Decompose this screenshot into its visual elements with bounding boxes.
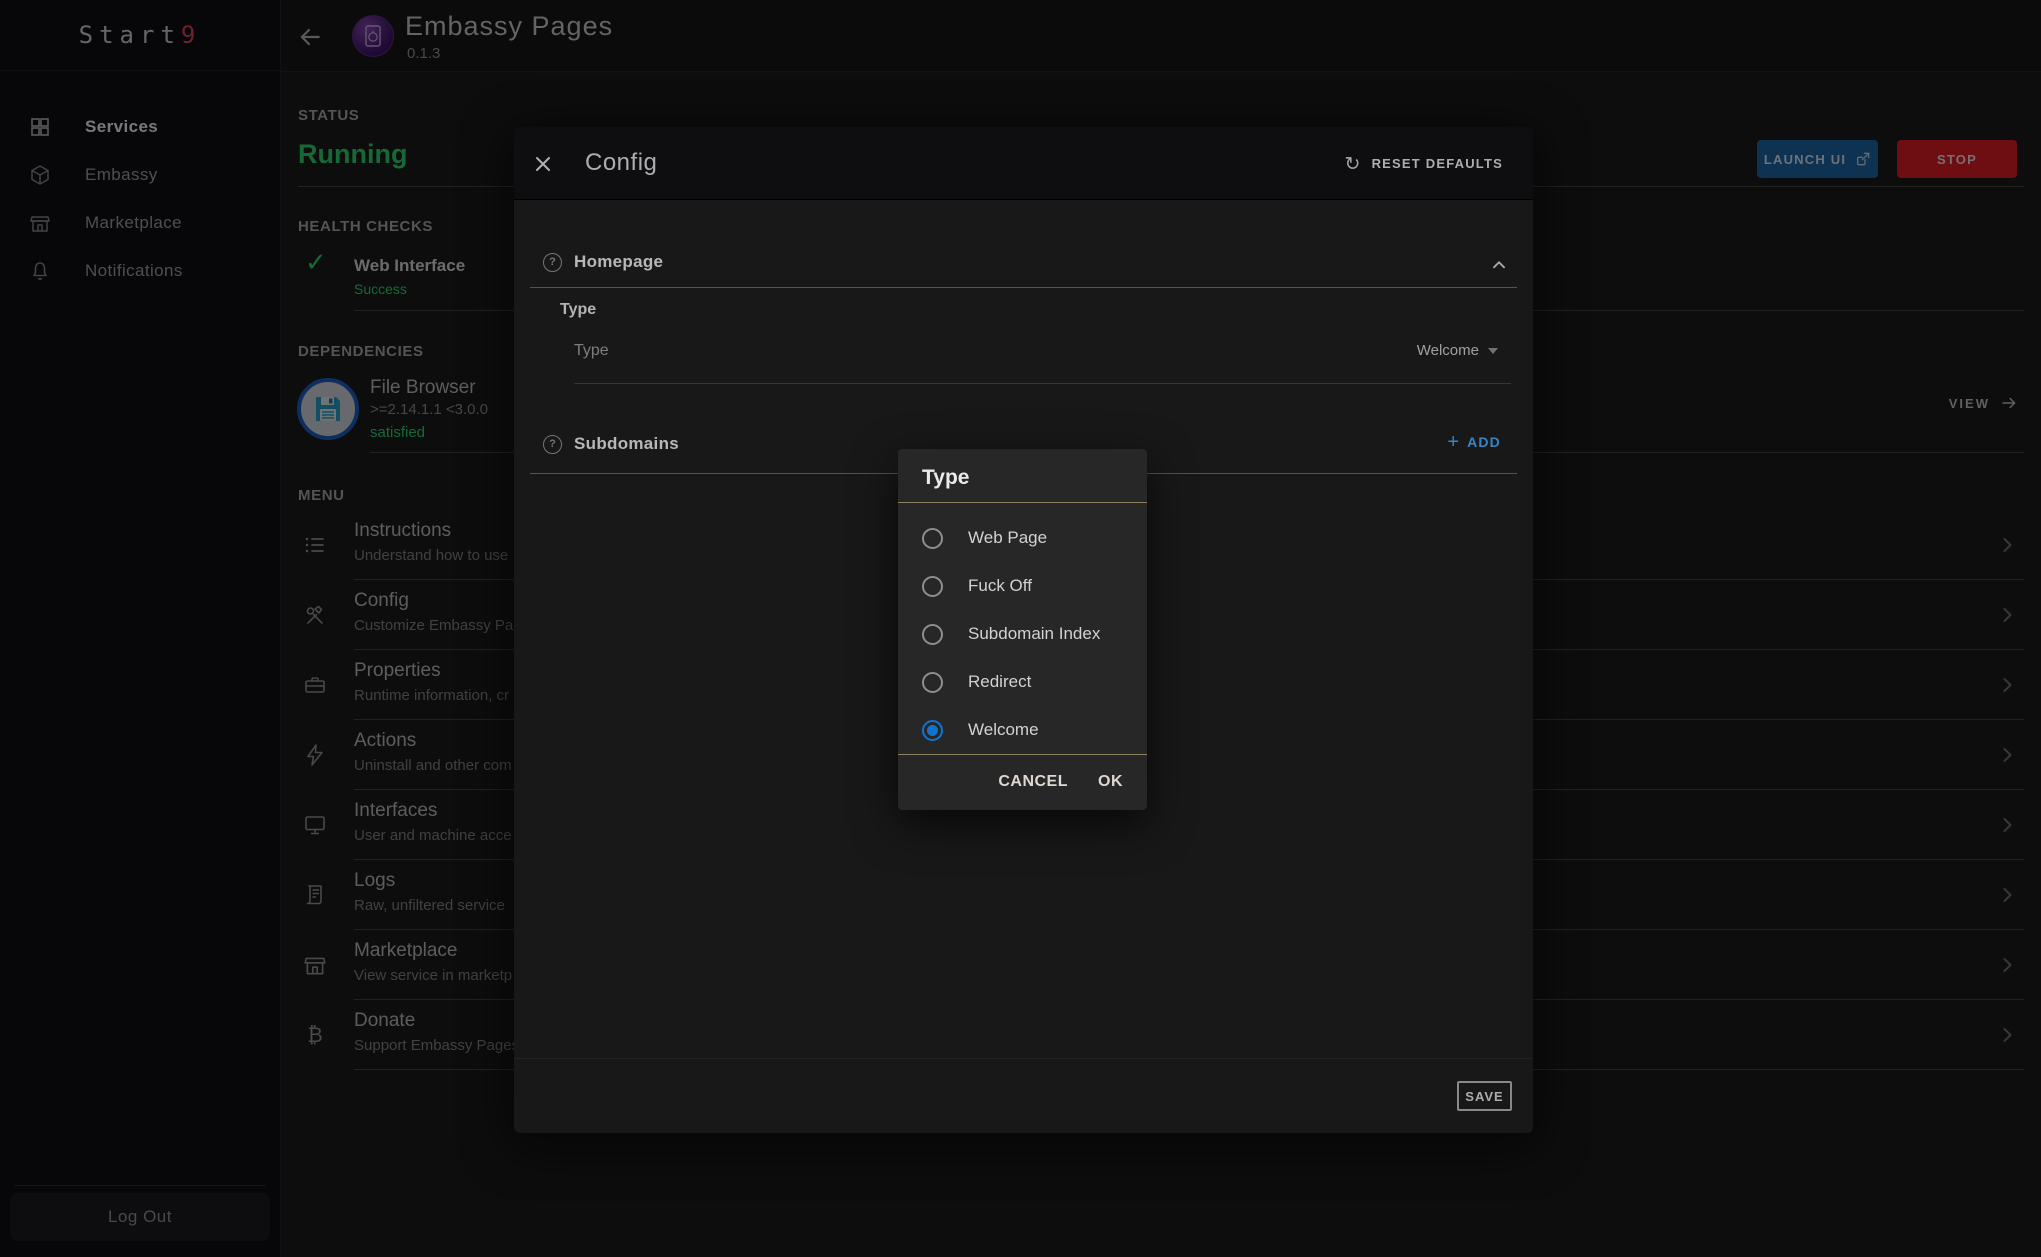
dialog-title: Type — [922, 466, 969, 490]
radio-label: Subdomain Index — [968, 624, 1100, 644]
radio-option-web-page[interactable]: Web Page — [898, 514, 1147, 562]
radio-icon — [922, 576, 943, 597]
radio-icon — [922, 720, 943, 741]
radio-label: Welcome — [968, 720, 1039, 740]
dialog-footer: CANCEL OK — [898, 754, 1123, 810]
radio-icon — [922, 672, 943, 693]
radio-option-fuck-off[interactable]: Fuck Off — [898, 562, 1147, 610]
radio-label: Fuck Off — [968, 576, 1032, 596]
type-select-dialog: Type Web Page Fuck Off Subdomain Index R… — [898, 449, 1147, 810]
divider — [898, 502, 1147, 503]
radio-icon — [922, 624, 943, 645]
radio-option-welcome[interactable]: Welcome — [898, 706, 1147, 754]
ok-button[interactable]: OK — [1098, 773, 1123, 791]
radio-option-redirect[interactable]: Redirect — [898, 658, 1147, 706]
cancel-button[interactable]: CANCEL — [998, 773, 1068, 791]
radio-group: Web Page Fuck Off Subdomain Index Redire… — [898, 514, 1147, 754]
radio-icon — [922, 528, 943, 549]
radio-label: Redirect — [968, 672, 1031, 692]
radio-label: Web Page — [968, 528, 1047, 548]
radio-option-subdomain-index[interactable]: Subdomain Index — [898, 610, 1147, 658]
